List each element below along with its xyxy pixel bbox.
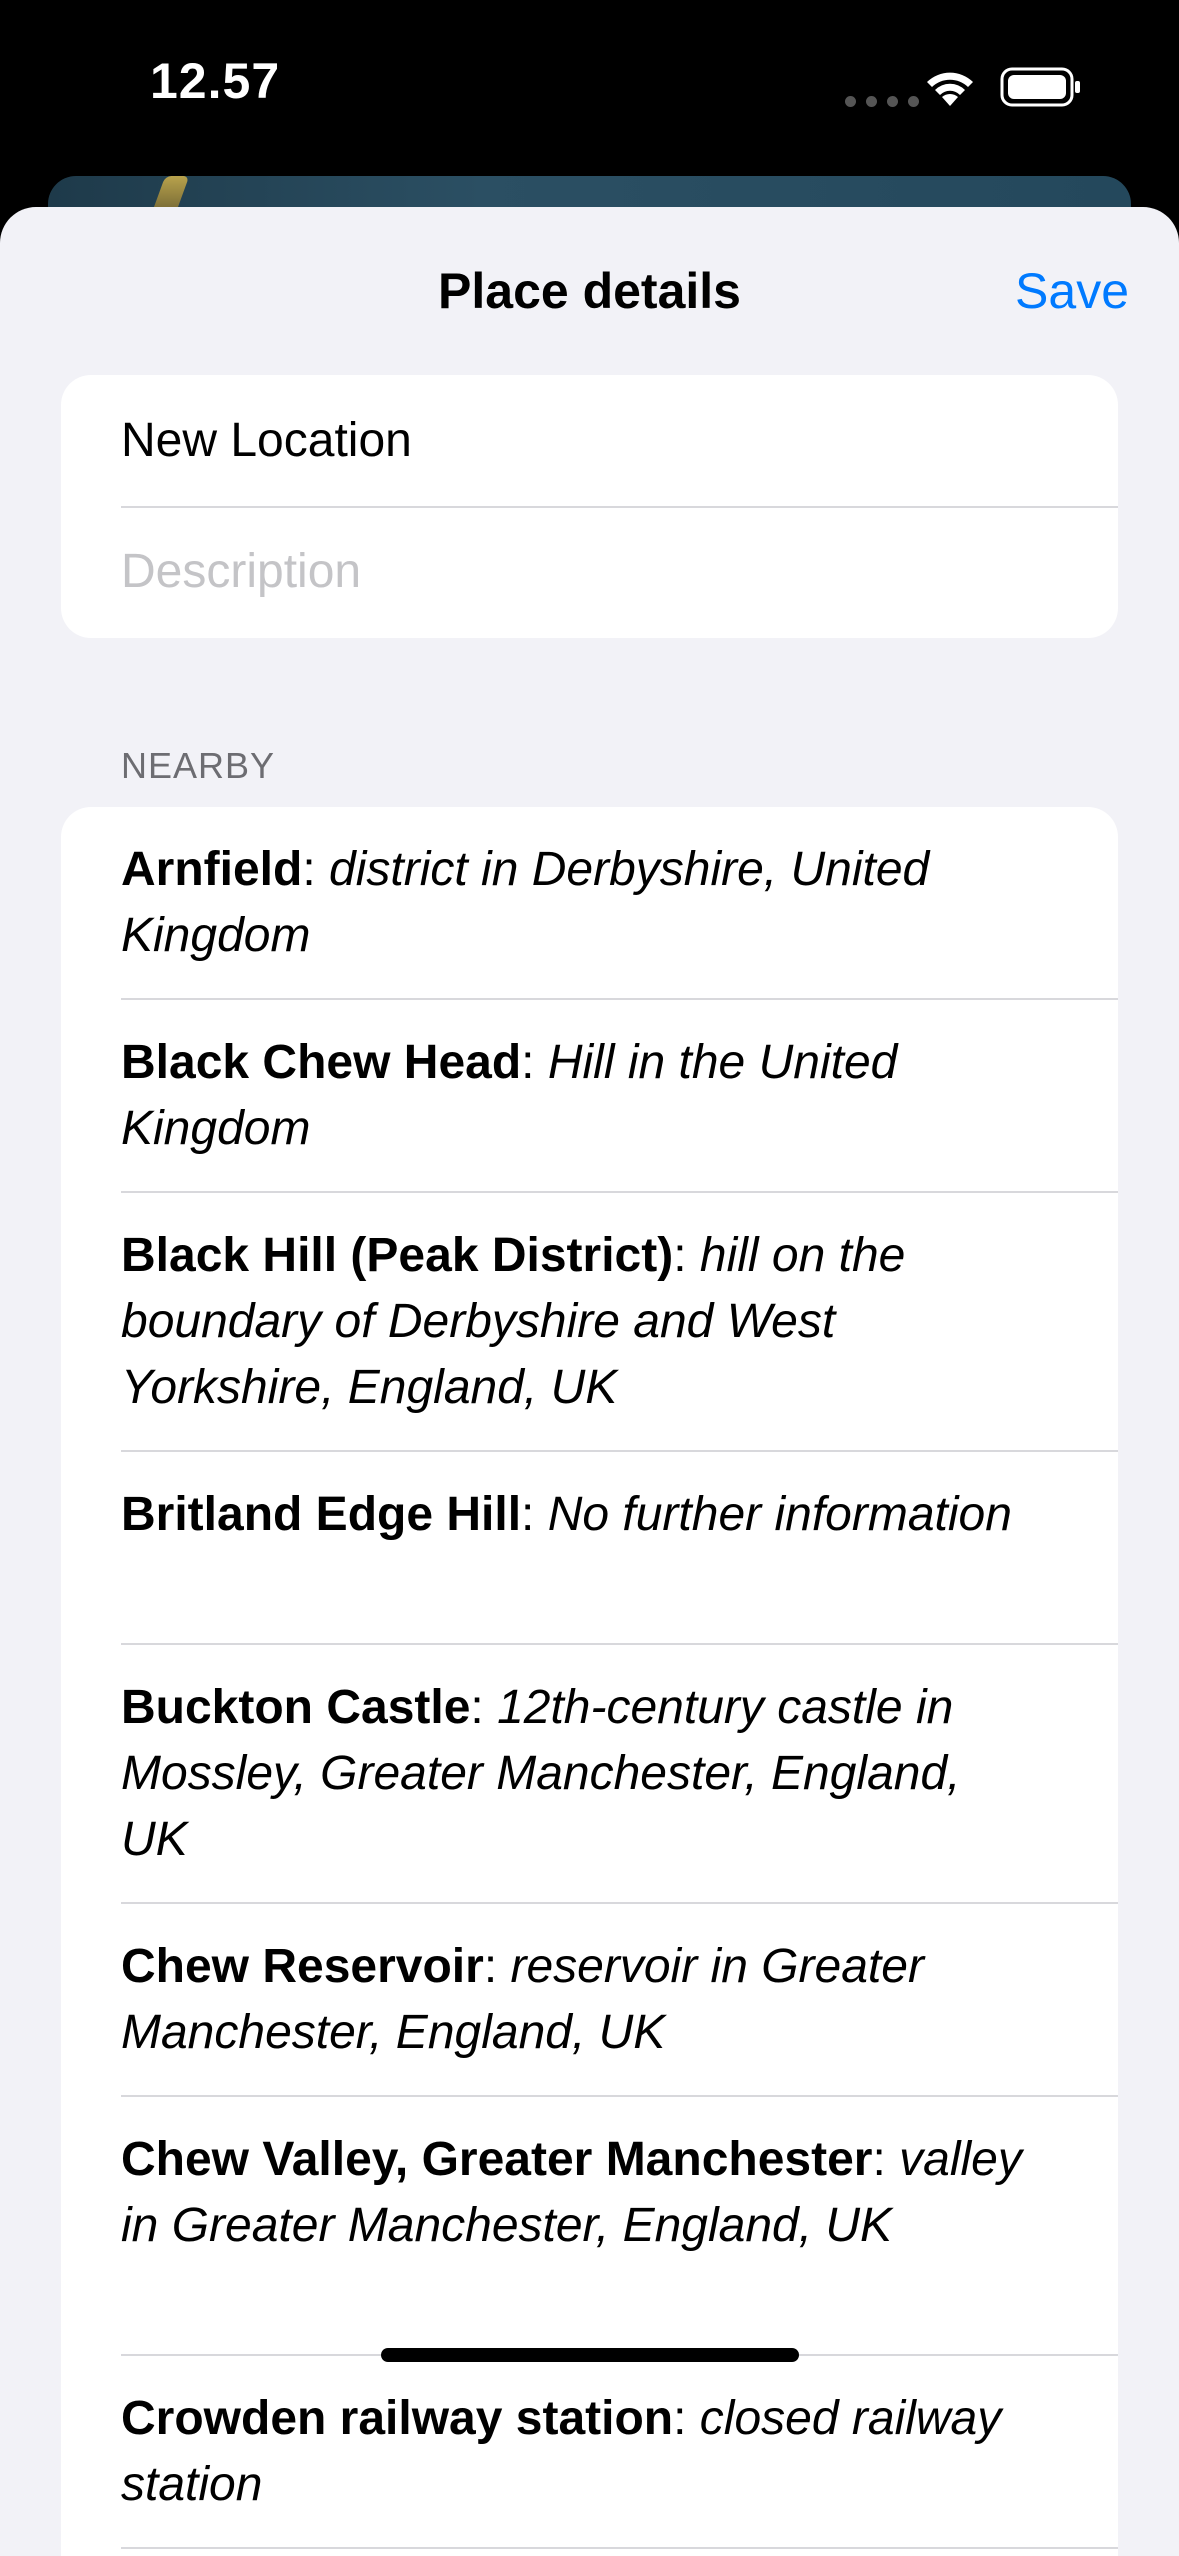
name-field[interactable]: New Location [61,375,1118,506]
description-field[interactable]: Description [61,506,1118,637]
list-item[interactable]: Chew Valley, Greater Manchester: valley … [61,2097,1118,2356]
page-title: Place details [438,263,741,319]
save-button[interactable]: Save [1015,262,1129,320]
list-item[interactable]: Crowden railway station: closed railway … [61,2356,1118,2549]
item-name: Chew Valley, Greater Manchester [121,2133,873,2186]
battery-icon [1000,67,1080,107]
item-name: Buckton Castle [121,1681,471,1734]
description-placeholder: Description [121,545,362,598]
place-details-sheet: Place details Save New Location Descript… [0,207,1179,2556]
cellular-signal-icon [845,96,919,107]
list-item[interactable]: Black Hill (Peak District): hill on the … [61,1193,1118,1452]
list-item[interactable]: Arnfield: district in Derbyshire, United… [61,807,1118,1000]
item-name: Crowden railway station [121,2392,674,2445]
item-description: No further information [547,1488,1012,1541]
place-form: New Location Description [61,375,1118,638]
home-indicator[interactable] [381,2348,799,2362]
nearby-list: Arnfield: district in Derbyshire, United… [61,807,1118,2556]
wifi-icon [927,72,973,106]
list-item[interactable]: Buckton Castle: 12th-century castle in M… [61,1645,1118,1904]
list-item[interactable]: Britland Edge Hill: No further informati… [61,1452,1118,1645]
status-bar: 12.57 [0,0,1179,175]
item-name: Black Hill (Peak District) [121,1229,674,1282]
nearby-section-header: NEARBY [121,745,276,786]
item-name: Black Chew Head [121,1036,522,1089]
list-item[interactable]: Chew Reservoir: reservoir in Greater Man… [61,1904,1118,2097]
list-item[interactable]: Black Chew Head: Hill in the United King… [61,1000,1118,1193]
item-name: Britland Edge Hill [121,1488,522,1541]
item-name: Chew Reservoir [121,1940,484,1993]
name-field-value: New Location [121,414,412,467]
status-time: 12.57 [150,53,281,109]
item-name: Arnfield [121,843,303,896]
